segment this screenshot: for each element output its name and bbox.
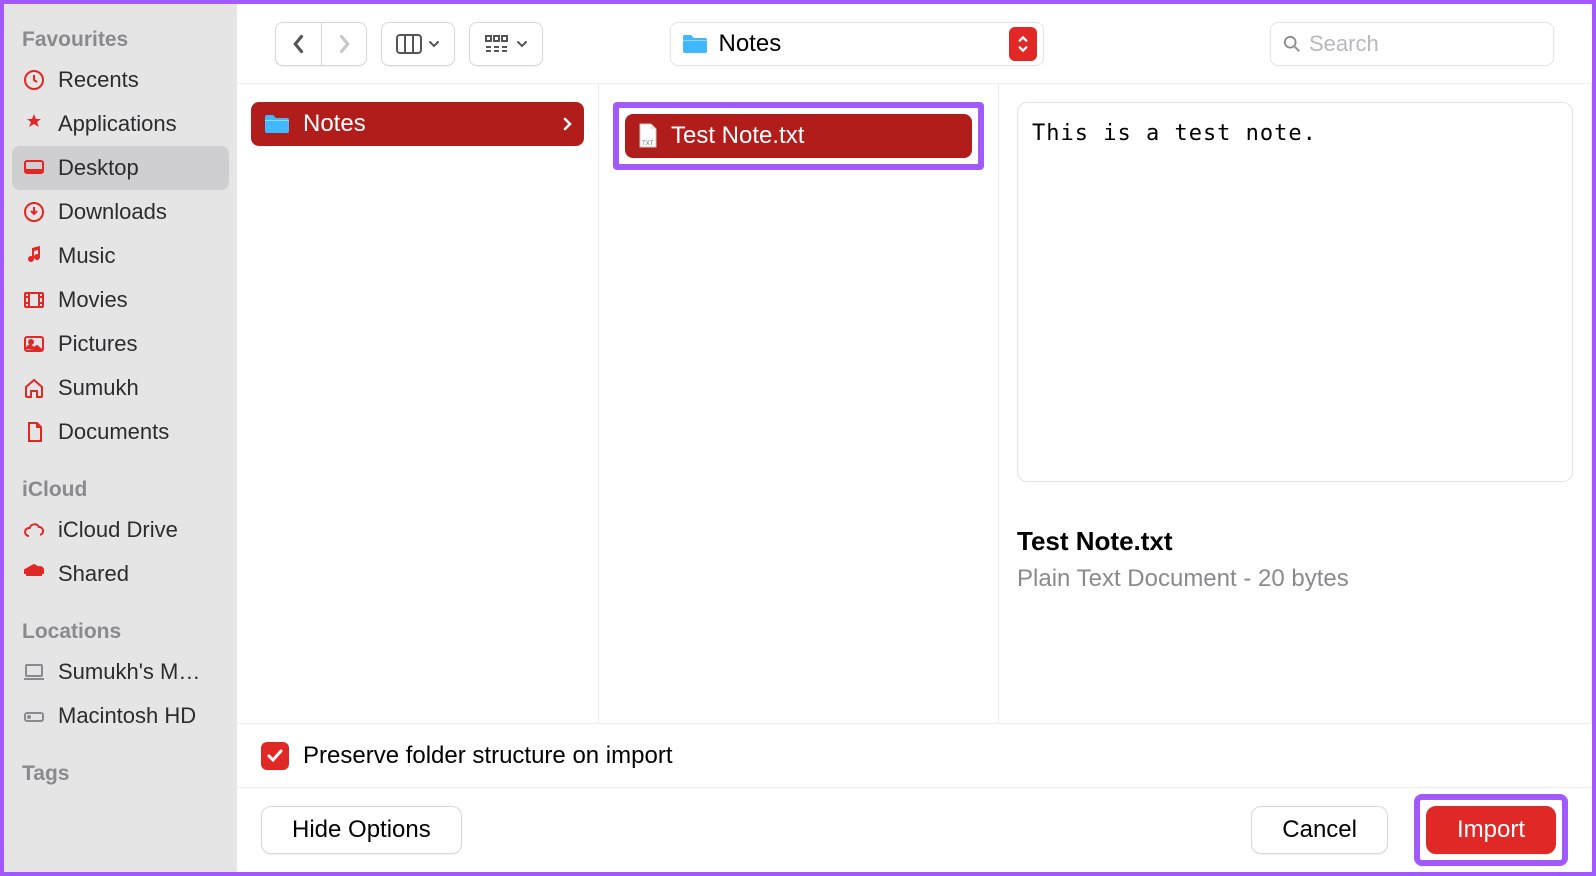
section-header-locations: Locations — [12, 614, 229, 650]
sidebar-item-label: Desktop — [58, 155, 139, 181]
sidebar-item-music[interactable]: Music — [12, 234, 229, 278]
sidebar-item-label: Recents — [58, 67, 139, 93]
sidebar-item-label: iCloud Drive — [58, 517, 178, 543]
sidebar-item-applications[interactable]: Applications — [12, 102, 229, 146]
disk-icon — [22, 704, 46, 728]
preserve-structure-checkbox[interactable] — [261, 742, 289, 770]
nav-group — [275, 22, 367, 66]
back-button[interactable] — [275, 22, 321, 66]
import-label: Import — [1457, 816, 1525, 844]
sidebar-item-label: Pictures — [58, 331, 137, 357]
sidebar-item-desktop[interactable]: Desktop — [12, 146, 229, 190]
movies-icon — [22, 288, 46, 312]
import-button[interactable]: Import — [1426, 806, 1556, 854]
preserve-structure-label: Preserve folder structure on import — [303, 742, 672, 770]
sidebar-item-label: Movies — [58, 287, 128, 313]
chevron-down-icon — [428, 39, 440, 49]
music-icon — [22, 244, 46, 268]
pictures-icon — [22, 332, 46, 356]
sidebar-item-label: Applications — [58, 111, 177, 137]
toolbar: Notes — [237, 4, 1592, 84]
hide-options-label: Hide Options — [292, 816, 431, 844]
folder-label: Notes — [303, 110, 366, 138]
column-browser: Notes TXT Test Note.txt Th — [237, 84, 1592, 724]
location-updown-button[interactable] — [1009, 27, 1037, 61]
file-info-meta: Plain Text Document - 20 bytes — [1017, 565, 1573, 593]
view-columns-button[interactable] — [381, 22, 455, 66]
sidebar-item-movies[interactable]: Movies — [12, 278, 229, 322]
home-icon — [22, 376, 46, 400]
sidebar-item-label: Shared — [58, 561, 129, 587]
svg-text:TXT: TXT — [642, 141, 654, 147]
search-field[interactable] — [1270, 22, 1554, 66]
clock-icon — [22, 68, 46, 92]
sidebar-item-macintosh-hd[interactable]: Macintosh HD — [12, 694, 229, 738]
section-header-icloud: iCloud — [12, 472, 229, 508]
shared-icon — [22, 562, 46, 586]
sidebar-item-label: Downloads — [58, 199, 167, 225]
sidebar-item-label: Sumukh's M… — [58, 659, 200, 685]
documents-icon — [22, 420, 46, 444]
check-icon — [266, 747, 284, 765]
sidebar-item-label: Sumukh — [58, 375, 139, 401]
sidebar-item-shared[interactable]: Shared — [12, 552, 229, 596]
file-label: Test Note.txt — [671, 122, 804, 150]
sidebar-item-label: Music — [58, 243, 115, 269]
txt-file-icon: TXT — [637, 123, 659, 149]
search-input[interactable] — [1309, 31, 1541, 57]
column-3-preview: This is a test note. Test Note.txt Plain… — [999, 84, 1592, 723]
laptop-icon — [22, 660, 46, 684]
hide-options-button[interactable]: Hide Options — [261, 806, 462, 854]
preview-content: This is a test note. — [1017, 102, 1573, 482]
sidebar-item-label: Macintosh HD — [58, 703, 196, 729]
file-info-name: Test Note.txt — [1017, 526, 1573, 557]
bottom-row: Hide Options Cancel Import — [237, 788, 1592, 872]
column-1: Notes — [237, 84, 599, 723]
sidebar-item-pictures[interactable]: Pictures — [12, 322, 229, 366]
main-panel: Notes Notes — [237, 4, 1592, 872]
options-row: Preserve folder structure on import — [237, 724, 1592, 788]
sidebar-item-recents[interactable]: Recents — [12, 58, 229, 102]
annotation-highlight: TXT Test Note.txt — [613, 102, 984, 170]
folder-icon — [263, 113, 291, 135]
location-pill[interactable]: Notes — [670, 22, 1044, 66]
desktop-icon — [22, 156, 46, 180]
folder-row-notes[interactable]: Notes — [251, 102, 584, 146]
chevron-right-icon — [562, 116, 572, 132]
chevron-down-icon — [516, 39, 528, 49]
column-2: TXT Test Note.txt — [599, 84, 999, 723]
sidebar-item-home[interactable]: Sumukh — [12, 366, 229, 410]
cancel-button[interactable]: Cancel — [1251, 806, 1388, 854]
sidebar-item-documents[interactable]: Documents — [12, 410, 229, 454]
search-icon — [1283, 34, 1301, 54]
section-header-favourites: Favourites — [12, 22, 229, 58]
annotation-highlight: Import — [1414, 794, 1568, 866]
sidebar-item-icloud-drive[interactable]: iCloud Drive — [12, 508, 229, 552]
sidebar-item-this-mac[interactable]: Sumukh's M… — [12, 650, 229, 694]
sidebar-item-label: Documents — [58, 419, 169, 445]
sidebar: Favourites Recents Applications Desktop … — [4, 4, 237, 872]
sidebar-item-downloads[interactable]: Downloads — [12, 190, 229, 234]
file-open-dialog: Favourites Recents Applications Desktop … — [4, 4, 1592, 872]
folder-icon — [681, 33, 709, 55]
section-header-tags: Tags — [12, 756, 229, 792]
location-label: Notes — [719, 30, 782, 58]
file-info: Test Note.txt Plain Text Document - 20 b… — [999, 482, 1573, 593]
download-icon — [22, 200, 46, 224]
group-by-button[interactable] — [469, 22, 543, 66]
apps-icon — [22, 112, 46, 136]
file-row-test-note[interactable]: TXT Test Note.txt — [625, 114, 972, 158]
forward-button[interactable] — [321, 22, 367, 66]
cancel-label: Cancel — [1282, 816, 1357, 844]
cloud-icon — [22, 518, 46, 542]
